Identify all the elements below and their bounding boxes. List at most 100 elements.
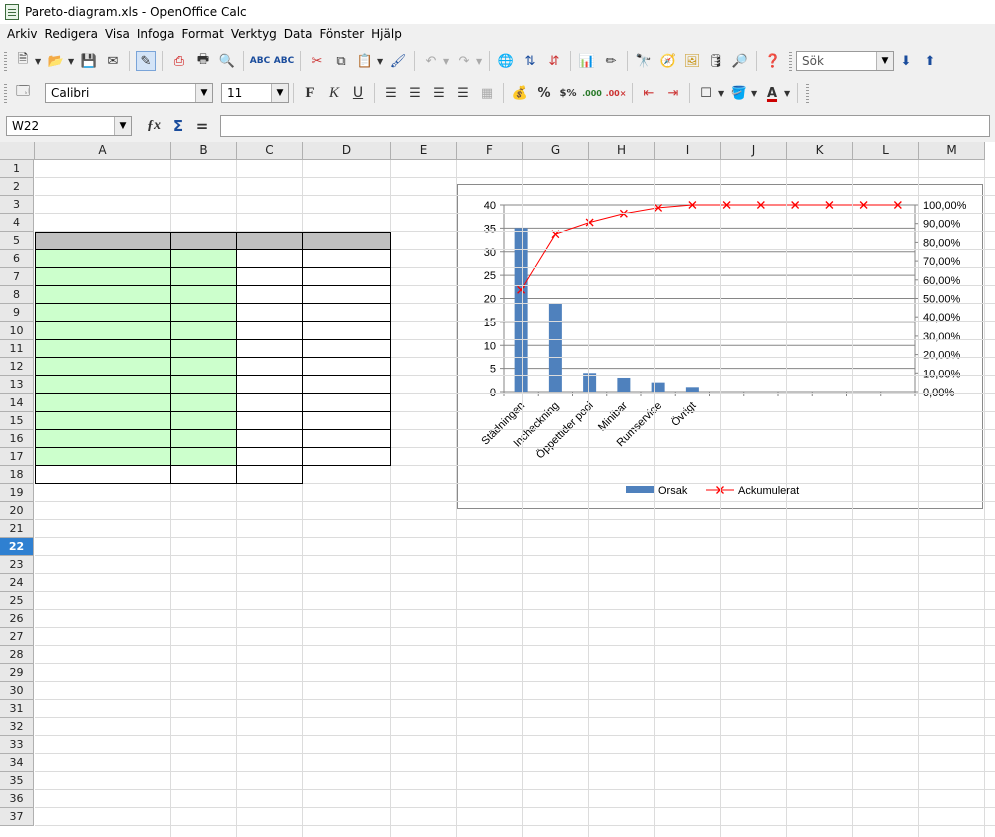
redo-icon[interactable]: ↷: [454, 51, 474, 71]
table-cell[interactable]: [303, 376, 391, 394]
show-draw-functions-icon[interactable]: ✏: [601, 51, 621, 71]
decrease-indent-icon[interactable]: ⇤: [639, 83, 659, 103]
row-header-36[interactable]: 36: [0, 790, 34, 808]
chevron-down-icon[interactable]: ▼: [377, 57, 384, 66]
merge-cells-icon[interactable]: ▦: [477, 83, 497, 103]
insert-chart-icon[interactable]: 📊: [577, 51, 597, 71]
find-previous-arrow-up-icon[interactable]: ⬆: [920, 51, 940, 71]
table-header-cell[interactable]: [303, 232, 391, 250]
chevron-down-icon[interactable]: ▼: [35, 57, 42, 66]
table-cell[interactable]: [35, 304, 171, 322]
export-pdf-icon[interactable]: ⎙: [169, 51, 189, 71]
chevron-down-icon[interactable]: ▼: [476, 57, 483, 66]
column-header-e[interactable]: E: [391, 142, 457, 160]
font-size-combo[interactable]: 11 ▼: [221, 83, 289, 103]
table-header-cell[interactable]: [171, 232, 237, 250]
function-equals-button[interactable]: =: [192, 116, 212, 136]
table-cell[interactable]: [303, 340, 391, 358]
chevron-down-icon[interactable]: ▼: [271, 84, 288, 102]
find-replace-binoculars-icon[interactable]: 🔭: [634, 51, 654, 71]
row-header-34[interactable]: 34: [0, 754, 34, 772]
table-cell[interactable]: [237, 376, 303, 394]
sort-ascending-icon[interactable]: ⇅: [520, 51, 540, 71]
row-header-6[interactable]: 6: [0, 250, 34, 268]
toolbar-grip[interactable]: [4, 83, 7, 103]
navigator-compass-icon[interactable]: 🧭: [658, 51, 678, 71]
row-header-24[interactable]: 24: [0, 574, 34, 592]
menu-0[interactable]: Arkiv: [7, 27, 38, 41]
menu-5[interactable]: Verktyg: [231, 27, 277, 41]
row-header-28[interactable]: 28: [0, 646, 34, 664]
chevron-down-icon[interactable]: ▼: [114, 117, 131, 135]
row-header-5[interactable]: 5: [0, 232, 34, 250]
table-cell[interactable]: [171, 286, 237, 304]
help-icon[interactable]: ❓: [763, 51, 783, 71]
table-cell[interactable]: [237, 448, 303, 466]
row-header-13[interactable]: 13: [0, 376, 34, 394]
table-cell[interactable]: [303, 322, 391, 340]
table-cell[interactable]: [237, 394, 303, 412]
row-header-11[interactable]: 11: [0, 340, 34, 358]
font-color-icon[interactable]: A: [762, 83, 782, 103]
sheet-title[interactable]: [35, 160, 171, 178]
underline-button[interactable]: U: [348, 83, 368, 103]
row-header-14[interactable]: 14: [0, 394, 34, 412]
column-header-h[interactable]: H: [589, 142, 655, 160]
toolbar-grip[interactable]: [789, 51, 792, 71]
table-cell[interactable]: [171, 412, 237, 430]
table-cell[interactable]: [237, 286, 303, 304]
table-cell[interactable]: [171, 340, 237, 358]
standard-number-format-icon[interactable]: $%: [558, 83, 578, 103]
table-cell[interactable]: [171, 430, 237, 448]
column-header-i[interactable]: I: [655, 142, 721, 160]
paste-icon[interactable]: 📋: [355, 51, 375, 71]
row-header-7[interactable]: 7: [0, 268, 34, 286]
open-folder-icon[interactable]: 📂: [46, 51, 66, 71]
spreadsheet-grid[interactable]: 05101520253035400,00%10,00%20,00%30,00%4…: [0, 142, 995, 837]
row-header-19[interactable]: 19: [0, 484, 34, 502]
row-header-1[interactable]: 1: [0, 160, 34, 178]
total-cell[interactable]: [237, 466, 303, 484]
column-header-m[interactable]: M: [919, 142, 985, 160]
borders-icon[interactable]: ☐: [696, 83, 716, 103]
column-header-g[interactable]: G: [523, 142, 589, 160]
table-cell[interactable]: [303, 430, 391, 448]
row-header-20[interactable]: 20: [0, 502, 34, 520]
column-header-f[interactable]: F: [457, 142, 523, 160]
percent-format-icon[interactable]: %: [534, 83, 554, 103]
styles-formatting-icon[interactable]: 🗔: [13, 83, 33, 103]
column-header-j[interactable]: J: [721, 142, 787, 160]
row-header-2[interactable]: 2: [0, 178, 34, 196]
zoom-icon[interactable]: 🔎: [730, 51, 750, 71]
table-cell[interactable]: [35, 250, 171, 268]
row-header-30[interactable]: 30: [0, 682, 34, 700]
align-left-icon[interactable]: ☰: [381, 83, 401, 103]
new-document-icon[interactable]: 🗎: [13, 51, 33, 71]
table-cell[interactable]: [35, 268, 171, 286]
menu-3[interactable]: Infoga: [137, 27, 175, 41]
italic-button[interactable]: K: [324, 83, 344, 103]
autospellcheck-icon[interactable]: ABC: [274, 51, 294, 71]
row-header-33[interactable]: 33: [0, 736, 34, 754]
table-cell[interactable]: [171, 304, 237, 322]
table-cell[interactable]: [303, 412, 391, 430]
row-header-37[interactable]: 37: [0, 808, 34, 826]
print-icon[interactable]: 🖶: [193, 51, 213, 71]
table-cell[interactable]: [303, 250, 391, 268]
table-cell[interactable]: [171, 448, 237, 466]
table-cell[interactable]: [35, 448, 171, 466]
menu-2[interactable]: Visa: [105, 27, 130, 41]
row-header-32[interactable]: 32: [0, 718, 34, 736]
row-header-29[interactable]: 29: [0, 664, 34, 682]
select-all-corner[interactable]: [0, 142, 35, 160]
column-header-c[interactable]: C: [237, 142, 303, 160]
table-cell[interactable]: [303, 448, 391, 466]
format-paintbrush-icon[interactable]: 🖌: [388, 51, 408, 71]
column-header-a[interactable]: A: [35, 142, 171, 160]
table-cell[interactable]: [237, 322, 303, 340]
chevron-down-icon[interactable]: ▼: [876, 52, 893, 70]
row-header-35[interactable]: 35: [0, 772, 34, 790]
row-header-26[interactable]: 26: [0, 610, 34, 628]
chevron-down-icon[interactable]: ▼: [751, 89, 758, 98]
table-cell[interactable]: [303, 358, 391, 376]
